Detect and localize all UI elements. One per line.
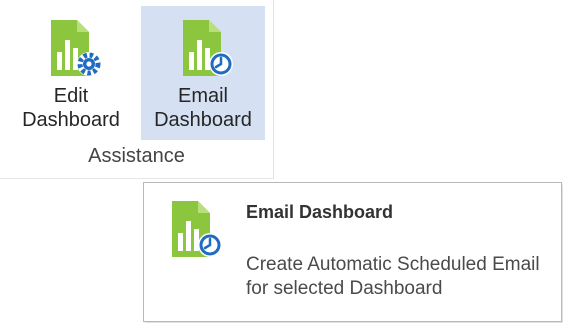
ribbon-group-divider <box>273 0 274 178</box>
tooltip-description: Create Automatic Scheduled Email for sel… <box>246 254 540 299</box>
email-dashboard-label-line2: Dashboard <box>154 109 252 131</box>
dashboard-schedule-icon <box>183 20 233 76</box>
ribbon-group-label: Assistance <box>88 145 185 167</box>
edit-dashboard-label-line1: Edit <box>53 85 89 107</box>
ribbon-group-assistance: Edit Dashboard Email Dashboard Assistanc… <box>0 0 274 179</box>
tooltip-title: Email Dashboard <box>246 202 394 222</box>
email-dashboard-label-line1: Email <box>177 85 228 107</box>
dashboard-schedule-icon <box>172 201 222 257</box>
ribbon-bottom-border <box>0 178 274 179</box>
email-dashboard-label: Email Dashboard <box>141 84 265 132</box>
dashboard-settings-icon <box>51 20 101 76</box>
edit-dashboard-label-line2: Dashboard <box>22 109 120 131</box>
email-dashboard-button[interactable]: Email Dashboard <box>141 6 265 140</box>
edit-dashboard-button[interactable]: Edit Dashboard <box>8 6 134 140</box>
edit-dashboard-label: Edit Dashboard <box>8 84 134 132</box>
email-dashboard-tooltip: Email Dashboard Create Automatic Schedul… <box>143 182 562 322</box>
